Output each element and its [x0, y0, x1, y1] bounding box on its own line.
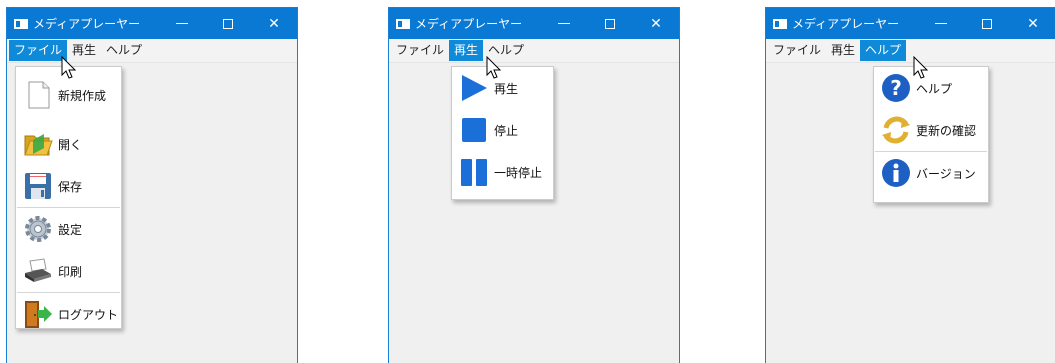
- new-document-icon: [28, 81, 50, 109]
- maximize-button[interactable]: [587, 8, 633, 39]
- pause-icon: [461, 159, 487, 186]
- close-button[interactable]: ✕: [633, 8, 679, 39]
- help-menu-label-version: バージョン: [916, 166, 976, 181]
- file-menu-popup: 新規作成 開く 保存 設定 印刷 ログアウト: [15, 66, 122, 329]
- help-menu-popup: ? ヘルプ 更新の確認 バージョン: [873, 66, 989, 203]
- title-bar[interactable]: メディアプレーヤー ✕: [7, 8, 297, 39]
- app-icon: [773, 18, 787, 29]
- menu-file[interactable]: ファイル: [9, 40, 68, 61]
- help-menu-label-update: 更新の確認: [916, 123, 977, 138]
- minimize-icon: [558, 23, 570, 24]
- settings-gear-icon: [25, 216, 51, 242]
- menu-bar: ファイル 再生 ヘルプ: [389, 39, 679, 63]
- file-menu-item-settings[interactable]: 設定: [16, 208, 121, 250]
- info-icon: [882, 159, 910, 187]
- stop-icon: [462, 118, 486, 142]
- menu-play[interactable]: 再生: [826, 40, 860, 61]
- app-icon: [14, 18, 28, 29]
- close-button[interactable]: ✕: [251, 8, 297, 39]
- svg-text:?: ?: [890, 76, 902, 100]
- minimize-button[interactable]: [159, 8, 205, 39]
- file-menu-item-save[interactable]: 保存: [16, 165, 121, 207]
- play-menu-label-stop: 停止: [494, 123, 519, 138]
- play-menu-popup: 再生 停止 一時停止: [451, 66, 554, 200]
- menu-play[interactable]: 再生: [449, 40, 484, 61]
- file-menu-label-logout: ログアウト: [58, 307, 119, 322]
- save-icon: [25, 173, 51, 199]
- maximize-icon: [605, 18, 615, 29]
- mouse-cursor-icon: [913, 56, 929, 79]
- title-bar[interactable]: メディアプレーヤー ✕: [389, 8, 679, 39]
- close-icon: ✕: [268, 15, 280, 32]
- question-icon: ?: [882, 74, 910, 102]
- file-menu-label-open: 開く: [58, 137, 83, 152]
- window-title: メディアプレーヤー: [792, 17, 900, 31]
- play-menu-label-pause: 一時停止: [494, 165, 543, 180]
- open-folder-icon: [24, 134, 53, 156]
- help-menu-item-update[interactable]: 更新の確認: [874, 109, 988, 151]
- help-menu-item-version[interactable]: バージョン: [874, 152, 988, 194]
- refresh-icon: [882, 116, 910, 144]
- play-menu-item-stop[interactable]: 停止: [452, 109, 553, 151]
- file-menu-item-print[interactable]: 印刷: [16, 250, 121, 292]
- maximize-icon: [982, 18, 992, 29]
- minimize-icon: [176, 23, 188, 24]
- file-menu-label-new: 新規作成: [58, 88, 107, 103]
- window-title: メディアプレーヤー: [33, 17, 141, 31]
- minimize-icon: [935, 23, 947, 24]
- menu-file[interactable]: ファイル: [768, 40, 826, 61]
- close-icon: ✕: [650, 15, 662, 32]
- menu-help[interactable]: ヘルプ: [101, 40, 147, 61]
- logout-door-icon: [25, 301, 52, 328]
- mouse-cursor-icon: [61, 56, 77, 79]
- maximize-icon: [223, 18, 233, 29]
- file-menu-item-logout[interactable]: ログアウト: [16, 293, 121, 335]
- menu-help[interactable]: ヘルプ: [860, 40, 907, 61]
- file-menu-item-open[interactable]: 開く: [16, 123, 121, 165]
- window-title: メディアプレーヤー: [415, 17, 523, 31]
- help-menu-item-help[interactable]: ? ヘルプ: [874, 67, 988, 109]
- file-menu-label-settings: 設定: [58, 222, 83, 237]
- file-menu-label-print: 印刷: [58, 264, 83, 279]
- help-menu-label-help: ヘルプ: [916, 81, 953, 96]
- menu-file[interactable]: ファイル: [391, 40, 449, 61]
- maximize-button[interactable]: [964, 8, 1010, 39]
- play-menu-label-play: 再生: [494, 81, 519, 96]
- printer-icon: [25, 258, 51, 282]
- mouse-cursor-icon: [486, 56, 502, 79]
- minimize-button[interactable]: [918, 8, 964, 39]
- maximize-button[interactable]: [205, 8, 251, 39]
- file-menu-label-save: 保存: [58, 179, 83, 194]
- close-button[interactable]: ✕: [1010, 8, 1055, 39]
- title-bar[interactable]: メディアプレーヤー ✕: [766, 8, 1055, 39]
- close-icon: ✕: [1027, 15, 1039, 32]
- app-icon: [396, 18, 410, 29]
- minimize-button[interactable]: [541, 8, 587, 39]
- play-menu-item-pause[interactable]: 一時停止: [452, 151, 553, 193]
- menu-bar: ファイル 再生 ヘルプ: [7, 39, 297, 63]
- menu-bar: ファイル 再生 ヘルプ: [766, 39, 1055, 63]
